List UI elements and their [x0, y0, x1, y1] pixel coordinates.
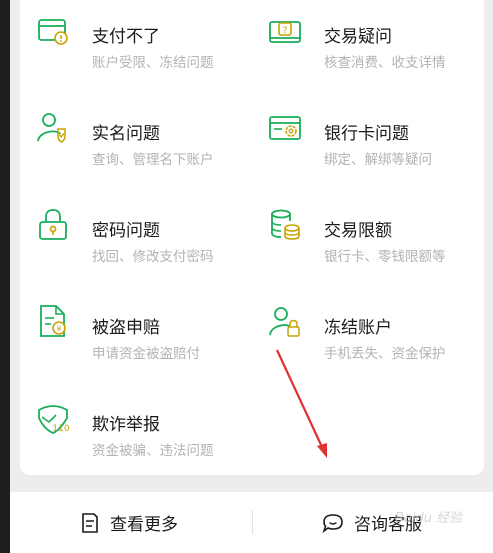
- topic-subtitle: 银行卡、零钱限额等: [324, 249, 446, 265]
- topic-title: 交易限额: [324, 221, 392, 241]
- help-topics-card: 支付不了 账户受限、冻结问题 ? 交易疑问 核查消费、收支详情 实名问题 查询、…: [20, 0, 484, 475]
- topic-transaction-limit[interactable]: 交易限额 银行卡、零钱限额等: [268, 206, 478, 266]
- topic-title: 实名问题: [92, 124, 160, 144]
- topic-subtitle: 资金被骗、违法问题: [92, 443, 214, 459]
- topic-subtitle: 找回、修改支付密码: [92, 249, 214, 265]
- topic-bank-card[interactable]: 银行卡问题 绑定、解绑等疑问: [268, 109, 478, 169]
- topic-theft-claim[interactable]: ¥ 被盗申赔 申请资金被盗赔付: [36, 303, 246, 363]
- wallet-question-icon: ?: [269, 21, 301, 43]
- topic-real-name[interactable]: 实名问题 查询、管理名下账户: [36, 109, 246, 169]
- divider: [252, 510, 253, 534]
- coin-stack-icon: [271, 209, 300, 240]
- bank-card-gear-icon: [269, 116, 301, 140]
- topic-title: 银行卡问题: [324, 124, 409, 144]
- svg-text:?: ?: [283, 26, 288, 36]
- left-edge: [0, 0, 10, 553]
- topic-freeze-account[interactable]: 冻结账户 手机丢失、资金保护: [268, 303, 478, 363]
- chat-bubble-icon: [322, 513, 343, 533]
- topic-subtitle: 查询、管理名下账户: [92, 152, 214, 168]
- topic-title: 欺诈举报: [92, 415, 160, 435]
- topic-transaction-questions[interactable]: ? 交易疑问 核查消费、收支详情: [268, 12, 478, 72]
- user-verify-icon: [37, 113, 66, 143]
- topic-payment-failed[interactable]: 支付不了 账户受限、冻结问题: [36, 12, 246, 72]
- payment-card-alert-icon: [38, 19, 68, 45]
- topic-fraud-report[interactable]: 110 欺诈举报 资金被骗、违法问题: [36, 400, 246, 460]
- topic-title: 冻结账户: [324, 318, 392, 338]
- topic-subtitle: 核查消费、收支详情: [324, 55, 446, 71]
- topic-title: 被盗申赔: [92, 318, 160, 338]
- topic-subtitle: 手机丢失、资金保护: [324, 346, 446, 362]
- fraud-report-icon: 110: [38, 405, 70, 434]
- topic-subtitle: 账户受限、冻结问题: [92, 55, 214, 71]
- topic-subtitle: 绑定、解绑等疑问: [324, 152, 432, 168]
- user-lock-icon: [269, 307, 300, 337]
- lock-icon: [39, 209, 67, 240]
- topic-title: 支付不了: [92, 27, 160, 47]
- watermark: Baidu 经验: [395, 511, 463, 526]
- svg-text:110: 110: [52, 424, 69, 434]
- svg-text:¥: ¥: [56, 325, 61, 334]
- topic-subtitle: 申请资金被盗赔付: [92, 346, 200, 362]
- document-claim-icon: ¥: [40, 305, 66, 337]
- document-icon: [82, 512, 98, 533]
- view-more-button[interactable]: 查看更多: [80, 492, 178, 553]
- topic-password[interactable]: 密码问题 找回、修改支付密码: [36, 206, 246, 266]
- view-more-label: 查看更多: [110, 515, 178, 535]
- topic-title: 交易疑问: [324, 27, 392, 47]
- topic-title: 密码问题: [92, 221, 160, 241]
